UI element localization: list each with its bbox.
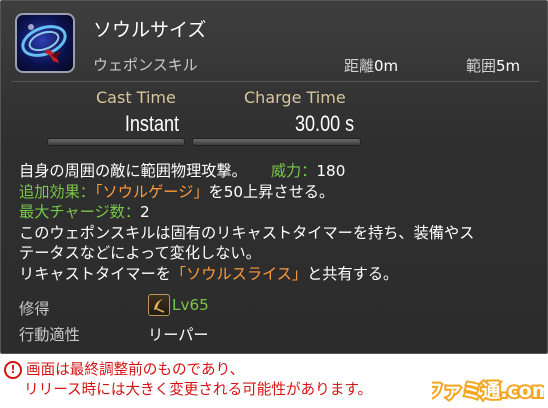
soul-gauge-link: 「ソウルゲージ」 — [94, 182, 209, 201]
description-text: 自身の周囲の敵に範囲物理攻撃。 — [19, 162, 247, 180]
notice-line-1: ! 画面は最終調整前のものであり、 — [4, 360, 372, 380]
additional-effect-label: 追加効果： — [19, 182, 95, 201]
radius-value: 5m — [496, 57, 521, 75]
description-line-1: 自身の周囲の敵に範囲物理攻撃。 威力：180 — [19, 161, 534, 182]
acquired-level: Lv65 — [172, 296, 209, 314]
max-charges-value: 2 — [140, 203, 150, 221]
description-line-4: このウェポンスキルは固有のリキャストタイマーを持ち、装備やス — [19, 223, 475, 242]
action-type: ウェポンスキル — [93, 56, 198, 74]
affinity-value: リーパー — [148, 326, 209, 344]
additional-effect-text: を50上昇させる。 — [208, 182, 335, 201]
charge-time-value: 30.00 s — [294, 111, 354, 136]
reaper-job-icon — [148, 294, 170, 316]
charge-time-label: Charge Time — [244, 88, 346, 107]
soul-slice-link: 「ソウルスライス」 — [170, 264, 308, 283]
notice: ! 画面は最終調整前のものであり、 リリース時には大きく変更される可能性があります… — [4, 360, 372, 400]
radius-info: 範囲5m — [466, 55, 520, 76]
range-label: 距離 — [344, 57, 375, 75]
famitsu-logo-text: ファミ通.com — [432, 380, 544, 402]
potency-value: 180 — [316, 162, 346, 180]
potency-label: 威力： — [270, 162, 317, 180]
notice-line-2: リリース時には大きく変更される可能性があります。 — [24, 381, 373, 398]
action-tooltip: ソウルサイズ ウェポンスキル 距離0m 範囲5m Cast Time Charg… — [0, 0, 548, 354]
soul-scythe-icon — [15, 13, 75, 73]
cast-time-label: Cast Time — [96, 88, 176, 107]
description-line-5: テータスなどによって変化しない。 — [19, 244, 261, 262]
recast-text: リキャストタイマーを — [19, 264, 171, 283]
action-name: ソウルサイズ — [93, 19, 207, 41]
description-line-3: 最大チャージ数：2 — [19, 202, 534, 223]
range-info: 距離0m — [344, 55, 398, 76]
exclamation-icon: ! — [4, 361, 22, 379]
action-description: 自身の周囲の敵に範囲物理攻撃。 威力：180 追加効果：「ソウルゲージ」を50上昇… — [19, 161, 534, 284]
description-line-6: リキャストタイマーを「ソウルスライス」と共有する。 — [19, 264, 534, 285]
notice-text-1: 画面は最終調整前のものであり、 — [26, 361, 245, 378]
max-charges-label: 最大チャージ数： — [19, 203, 141, 221]
affinity-label: 行動適性 — [19, 326, 80, 344]
famitsu-logo: ファミ通.com — [422, 374, 548, 404]
cast-time-value: Instant — [124, 111, 179, 136]
description-line-2: 追加効果：「ソウルゲージ」を50上昇させる。 — [19, 182, 534, 203]
cast-time-bar — [47, 138, 185, 146]
acquired-label: 修得 — [19, 300, 50, 318]
range-value: 0m — [374, 57, 399, 75]
charge-time-bar — [192, 138, 361, 146]
acquired-value: Lv65 — [148, 294, 209, 316]
header-divider — [11, 81, 539, 82]
radius-label: 範囲 — [466, 57, 497, 75]
recast-text-end: と共有する。 — [307, 264, 399, 283]
